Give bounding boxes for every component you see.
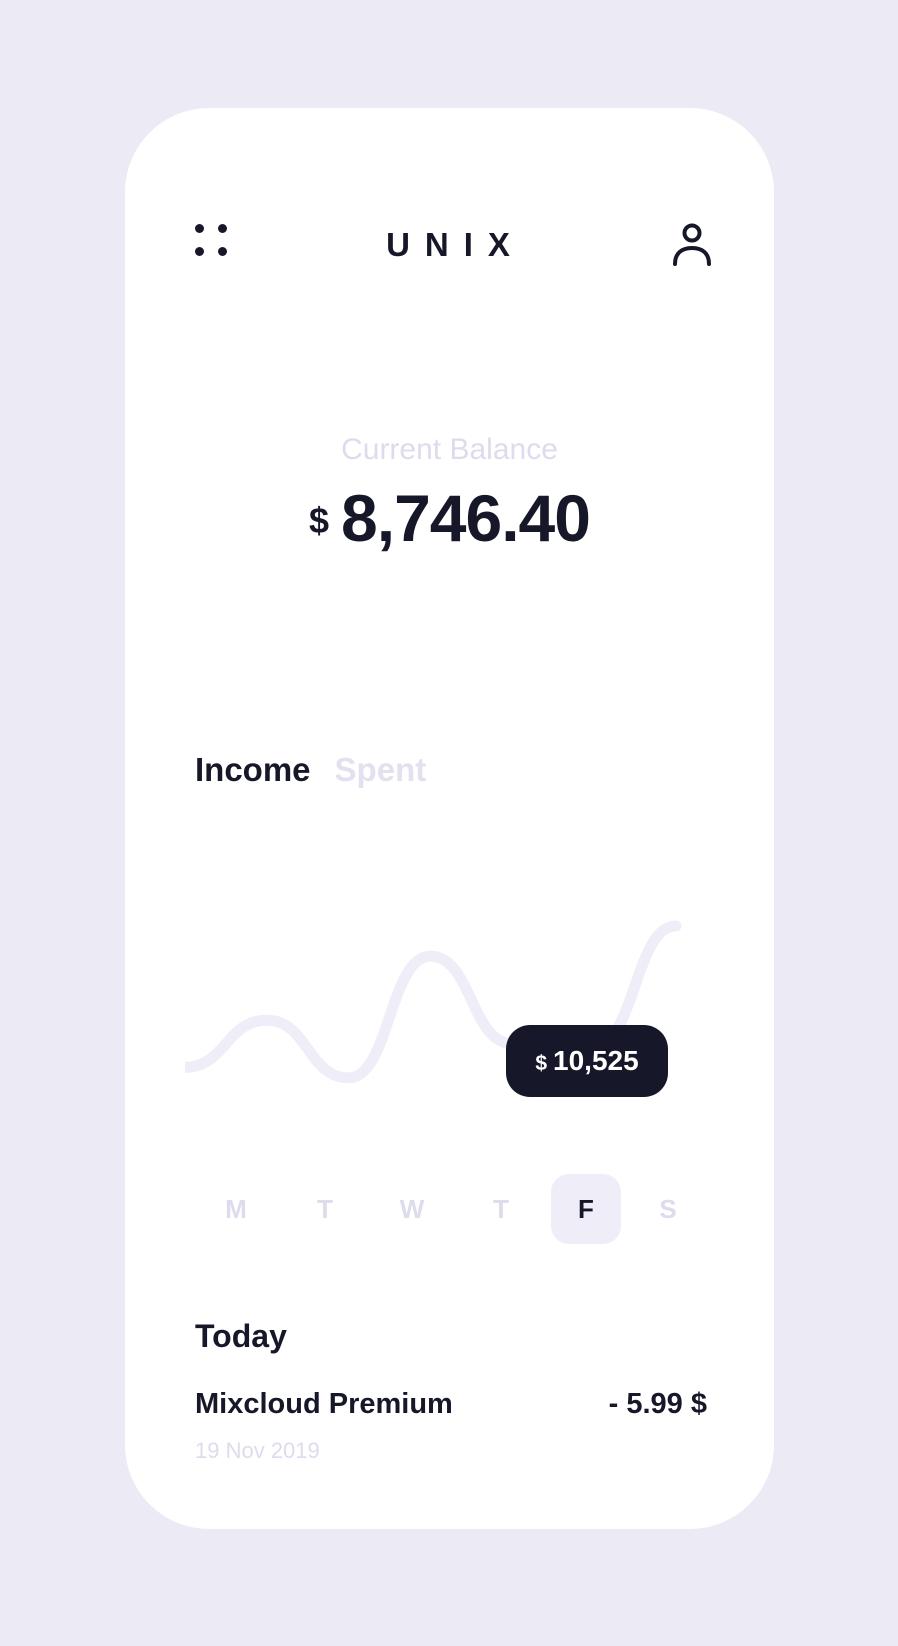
transaction-date: 19 Nov 2019 <box>195 1438 320 1463</box>
phone-card: UNIX Current Balance $8,746.40 Income Spe… <box>125 108 774 1529</box>
day-monday[interactable]: M <box>201 1174 271 1244</box>
tooltip-value: 10,525 <box>553 1045 639 1076</box>
transaction-item[interactable]: Mixcloud Premium - 5.99 $ 19 Nov 2019 <box>195 1388 707 1468</box>
tooltip-currency: $ <box>535 1052 548 1075</box>
day-thursday[interactable]: T <box>466 1174 536 1244</box>
balance-value: 8,746.40 <box>341 481 591 555</box>
user-icon[interactable] <box>665 218 719 272</box>
section-title-today: Today <box>195 1318 287 1354</box>
tab-income[interactable]: Income <box>195 751 311 789</box>
day-wednesday[interactable]: W <box>377 1174 447 1244</box>
day-friday[interactable]: F <box>551 1174 621 1244</box>
value-tooltip: $10,525 <box>506 1025 668 1097</box>
tab-spent[interactable]: Spent <box>335 751 427 789</box>
balance-amount: $8,746.40 <box>125 480 774 556</box>
balance-currency: $ <box>309 500 330 541</box>
balance-label: Current Balance <box>341 433 558 466</box>
day-saturday[interactable]: S <box>633 1174 703 1244</box>
day-tuesday[interactable]: T <box>290 1174 360 1244</box>
day-selector: M T W T F S <box>125 1174 774 1244</box>
transaction-name: Mixcloud Premium <box>195 1388 453 1420</box>
transaction-amount: - 5.99 $ <box>608 1388 707 1420</box>
chart-tabs: Income Spent <box>195 751 426 789</box>
